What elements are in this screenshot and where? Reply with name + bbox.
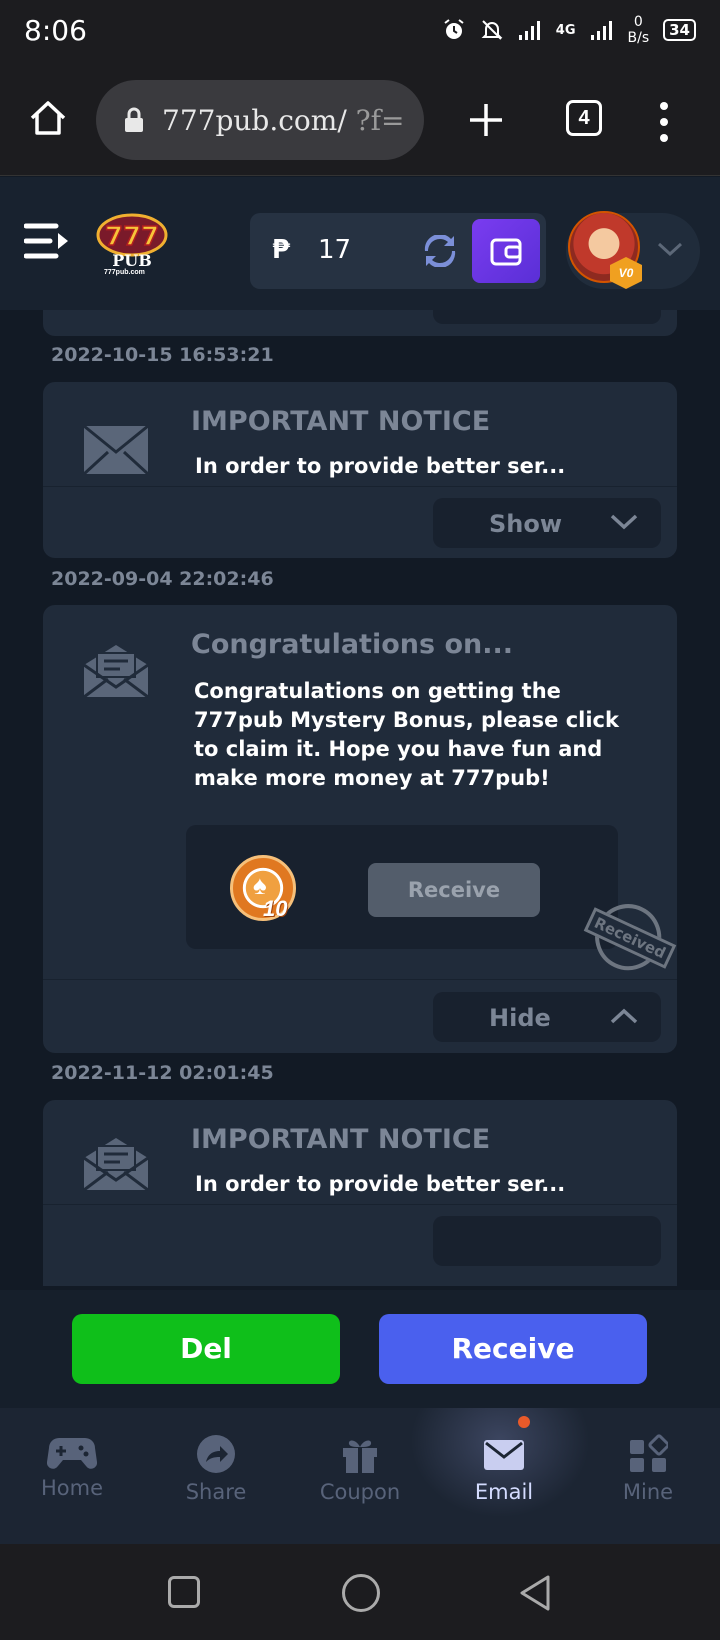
- message-title: IMPORTANT NOTICE: [191, 1124, 491, 1155]
- toggle-label: Show: [489, 510, 563, 538]
- message-title: IMPORTANT NOTICE: [191, 406, 491, 437]
- tab-coupon[interactable]: Coupon: [300, 1434, 420, 1514]
- lock-icon: [125, 107, 143, 132]
- message-preview: In order to provide better ser...: [195, 1172, 566, 1196]
- show-toggle-button[interactable]: Show: [433, 498, 661, 548]
- url-host: 777pub.com/: [162, 103, 347, 137]
- network-type: 4G: [555, 22, 576, 38]
- system-nav-bar: [0, 1544, 720, 1640]
- message-footer: [43, 1204, 677, 1286]
- gift-icon: [343, 1440, 377, 1473]
- message-timestamp: 2022-09-04 22:02:46: [51, 568, 274, 590]
- tab-label: Mine: [622, 1480, 674, 1504]
- browser-toolbar: 777pub.com/ ?f= 4: [0, 64, 720, 176]
- message-footer: Hide: [43, 979, 677, 1053]
- new-tab-icon[interactable]: [468, 102, 504, 138]
- url-text: 777pub.com/ ?f=: [162, 104, 405, 137]
- mail-icon: [484, 1440, 524, 1470]
- message-list: Show 2022-10-15 16:53:21 IMPORTANT NOTIC…: [0, 300, 720, 1286]
- message-body: Congratulations on getting the 777pub My…: [194, 679, 619, 790]
- home-icon[interactable]: [28, 98, 68, 138]
- svg-text:777: 777: [105, 222, 159, 252]
- toggle-label: Hide: [489, 1004, 551, 1032]
- grid-icon: [630, 1434, 668, 1472]
- status-bar: 8:06 4G 0 B/s 34: [0, 0, 720, 64]
- refresh-icon[interactable]: [422, 235, 458, 267]
- chevron-down-icon[interactable]: [656, 237, 684, 261]
- tab-label: Home: [40, 1476, 103, 1500]
- brand-logo[interactable]: 777 PUB: [94, 211, 170, 277]
- signal-icon: [518, 21, 540, 40]
- envelope-icon: [83, 424, 149, 476]
- net-speed-value: 0: [633, 14, 643, 30]
- message-timestamp: 2022-10-15 16:53:21: [51, 344, 274, 366]
- reward-amount: 10: [263, 896, 288, 921]
- chevron-up-icon: [610, 1008, 638, 1024]
- message-card-expanded[interactable]: Congratulations on... Congratulations on…: [43, 605, 677, 1053]
- url-query: ?f=: [355, 103, 405, 137]
- message-timestamp: 2022-11-12 02:01:45: [51, 1062, 274, 1084]
- url-bar[interactable]: 777pub.com/ ?f=: [96, 80, 424, 160]
- open-envelope-icon: [83, 645, 149, 699]
- open-envelope-icon: [83, 1138, 149, 1192]
- user-menu[interactable]: V0: [566, 211, 700, 289]
- receive-reward-button[interactable]: Receive: [368, 863, 540, 917]
- message-card[interactable]: IMPORTANT NOTICE In order to provide bet…: [43, 382, 677, 558]
- menu-toggle-icon[interactable]: [24, 221, 74, 261]
- tab-label: Coupon: [319, 1480, 401, 1504]
- message-title: Congratulations on...: [191, 629, 513, 660]
- gamepad-icon: [47, 1438, 97, 1469]
- recents-icon[interactable]: [168, 1576, 200, 1608]
- balance-amount: 17: [318, 235, 352, 265]
- wallet-icon: [490, 238, 522, 266]
- logo-caption: 777pub.com: [104, 269, 145, 276]
- deposit-wallet-button[interactable]: [472, 219, 540, 283]
- message-card[interactable]: IMPORTANT NOTICE In order to provide bet…: [43, 1100, 677, 1286]
- more-menu-icon[interactable]: [656, 102, 672, 142]
- tab-mine[interactable]: Mine: [588, 1434, 708, 1514]
- mute-bell-icon: [481, 20, 503, 40]
- hide-toggle-button[interactable]: Hide: [433, 992, 661, 1042]
- signal-2-icon: [590, 21, 612, 40]
- tab-share[interactable]: Share: [156, 1434, 276, 1514]
- home-circle-icon[interactable]: [342, 1574, 380, 1612]
- bonus-chip-icon: ♠ 10: [230, 855, 296, 921]
- alarm-icon: [444, 19, 464, 39]
- status-time: 8:06: [24, 14, 87, 47]
- tab-label: Email: [474, 1480, 534, 1504]
- svg-text:PUB: PUB: [112, 251, 152, 270]
- receive-all-button[interactable]: Receive: [379, 1314, 647, 1384]
- wallet-balance: ₱ 17: [250, 213, 546, 289]
- notification-dot: [518, 1416, 530, 1428]
- net-speed: 0 B/s: [628, 14, 650, 46]
- tab-home[interactable]: Home: [12, 1434, 132, 1514]
- delete-button[interactable]: Del: [72, 1314, 340, 1384]
- tab-label: Share: [185, 1480, 247, 1504]
- reward-box: ♠ 10 Receive: [186, 825, 618, 949]
- net-speed-unit: B/s: [627, 30, 650, 46]
- bulk-action-bar: Del Receive: [0, 1290, 720, 1408]
- app-header: 777 PUB 777pub.com ₱ 17 V0: [0, 177, 720, 310]
- battery-indicator: 34: [663, 19, 696, 41]
- show-toggle-button[interactable]: [433, 1216, 661, 1266]
- tab-switcher-button[interactable]: 4: [566, 100, 602, 136]
- currency-symbol: ₱: [272, 235, 291, 265]
- tab-email[interactable]: Email: [444, 1434, 564, 1514]
- status-icons: 4G 0 B/s 34: [442, 14, 696, 46]
- message-footer: Show: [43, 486, 677, 558]
- bottom-tab-bar: Home Share Coupon Email Mine: [0, 1408, 720, 1544]
- share-icon: [197, 1435, 235, 1473]
- chevron-down-icon: [610, 514, 638, 530]
- back-icon[interactable]: [518, 1574, 552, 1612]
- message-preview: In order to provide better ser...: [195, 454, 566, 478]
